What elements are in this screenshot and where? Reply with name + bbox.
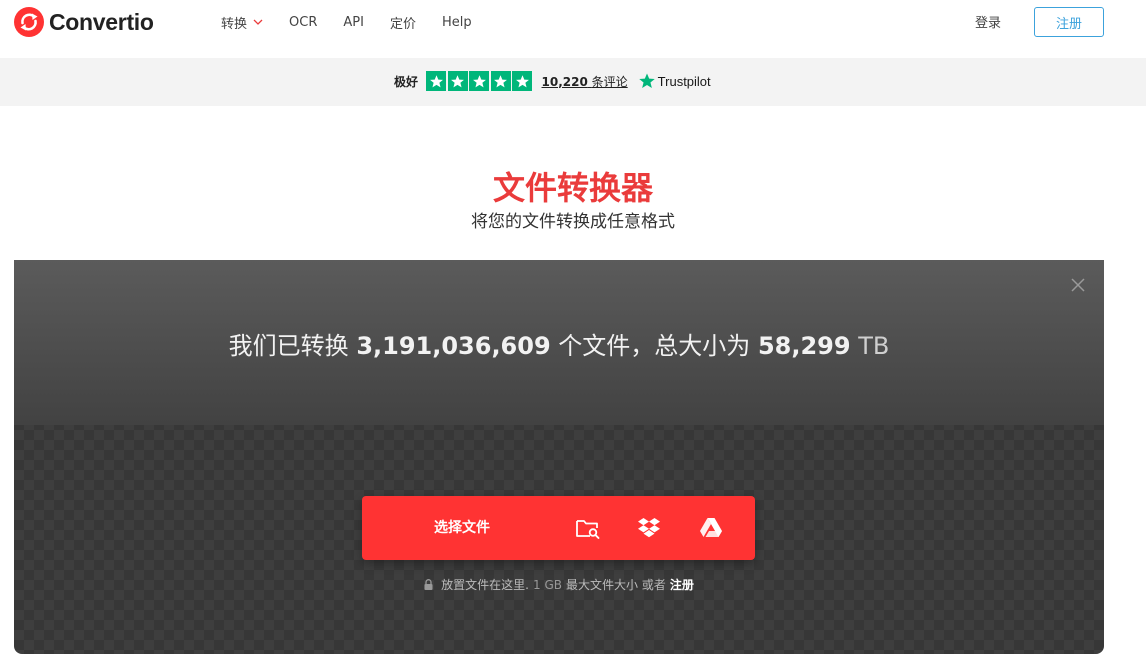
nav-item-label: API	[343, 14, 364, 30]
from-google-drive-button[interactable]	[697, 514, 725, 542]
lock-icon	[424, 579, 433, 590]
nav-item-help[interactable]: Help	[442, 15, 472, 30]
review-count-link[interactable]: 10,220 条评论	[542, 73, 628, 90]
stats-banner: 我们已转换 3,191,036,609 个文件，总大小为 58,299 TB	[14, 260, 1104, 425]
page-subtitle: 将您的文件转换成任意格式	[471, 212, 675, 232]
stats-total-size: 58,299	[757, 332, 851, 360]
star-icon	[469, 71, 490, 91]
trustpilot-logo: Trustpilot	[638, 72, 711, 90]
nav-item-label: 转换	[221, 16, 248, 32]
choose-files-button[interactable]: 选择文件	[362, 496, 562, 560]
brand-logo[interactable]: Convertio	[14, 7, 154, 37]
stats-mid: 个文件，总大小为	[558, 332, 751, 360]
hint-max-size: 1 GB	[533, 577, 562, 592]
dropbox-icon	[638, 518, 660, 538]
convertio-logo-icon	[14, 7, 44, 37]
trustpilot-widget[interactable]: 极好 10,220 条评论 Trustpilot	[394, 71, 711, 91]
upload-button-group: 选择文件	[362, 496, 755, 560]
close-icon[interactable]	[1070, 277, 1086, 293]
google-drive-icon	[700, 518, 722, 537]
main-nav: 转换 OCR API 定价 Help	[208, 12, 485, 32]
nav-item-pricing[interactable]: 定价	[390, 13, 416, 32]
review-suffix: 条评论	[591, 74, 628, 89]
top-header: Convertio 转换 OCR API 定价 Help 登录 注册	[0, 0, 1146, 58]
upload-hint: 放置文件在这里. 1 GB 最大文件大小 或者 注册	[14, 576, 1104, 593]
nav-item-label: 定价	[389, 16, 416, 32]
trustpilot-brand: Trustpilot	[657, 73, 711, 89]
stats-file-count: 3,191,036,609	[356, 332, 551, 360]
nav-item-ocr[interactable]: OCR	[289, 15, 317, 30]
page-title: 文件转换器	[492, 169, 653, 207]
stats-prefix: 我们已转换	[228, 332, 349, 360]
trust-rating-label: 极好	[394, 74, 419, 89]
hint-text: 放置文件在这里.	[441, 578, 529, 592]
star-icon	[426, 71, 447, 91]
upload-panel: 我们已转换 3,191,036,609 个文件，总大小为 58,299 TB 选…	[14, 260, 1104, 654]
from-dropbox-button[interactable]	[635, 514, 663, 542]
review-count: 10,220	[541, 74, 588, 89]
star-icon	[512, 71, 533, 91]
folder-search-icon	[576, 520, 600, 539]
chevron-down-icon	[253, 19, 263, 25]
hint-size-suffix: 最大文件大小 或者	[565, 578, 666, 592]
trustpilot-bar: 极好 10,220 条评论 Trustpilot	[0, 58, 1146, 106]
nav-item-api[interactable]: API	[343, 15, 364, 30]
nav-item-label: Help	[441, 14, 472, 30]
register-link[interactable]: 注册	[670, 576, 694, 593]
brand-name: Convertio	[49, 8, 154, 35]
stats-unit: TB	[858, 332, 890, 360]
from-computer-button[interactable]	[574, 514, 602, 542]
nav-item-label: OCR	[289, 14, 318, 30]
login-link[interactable]: 登录	[975, 12, 1001, 31]
trustpilot-star-icon	[638, 73, 655, 88]
conversion-stats: 我们已转换 3,191,036,609 个文件，总大小为 58,299 TB	[14, 326, 1104, 361]
star-icon	[447, 71, 468, 91]
star-rating	[426, 71, 534, 91]
signup-button[interactable]: 注册	[1034, 7, 1104, 37]
nav-item-convert[interactable]: 转换	[221, 13, 263, 32]
star-icon	[490, 71, 511, 91]
